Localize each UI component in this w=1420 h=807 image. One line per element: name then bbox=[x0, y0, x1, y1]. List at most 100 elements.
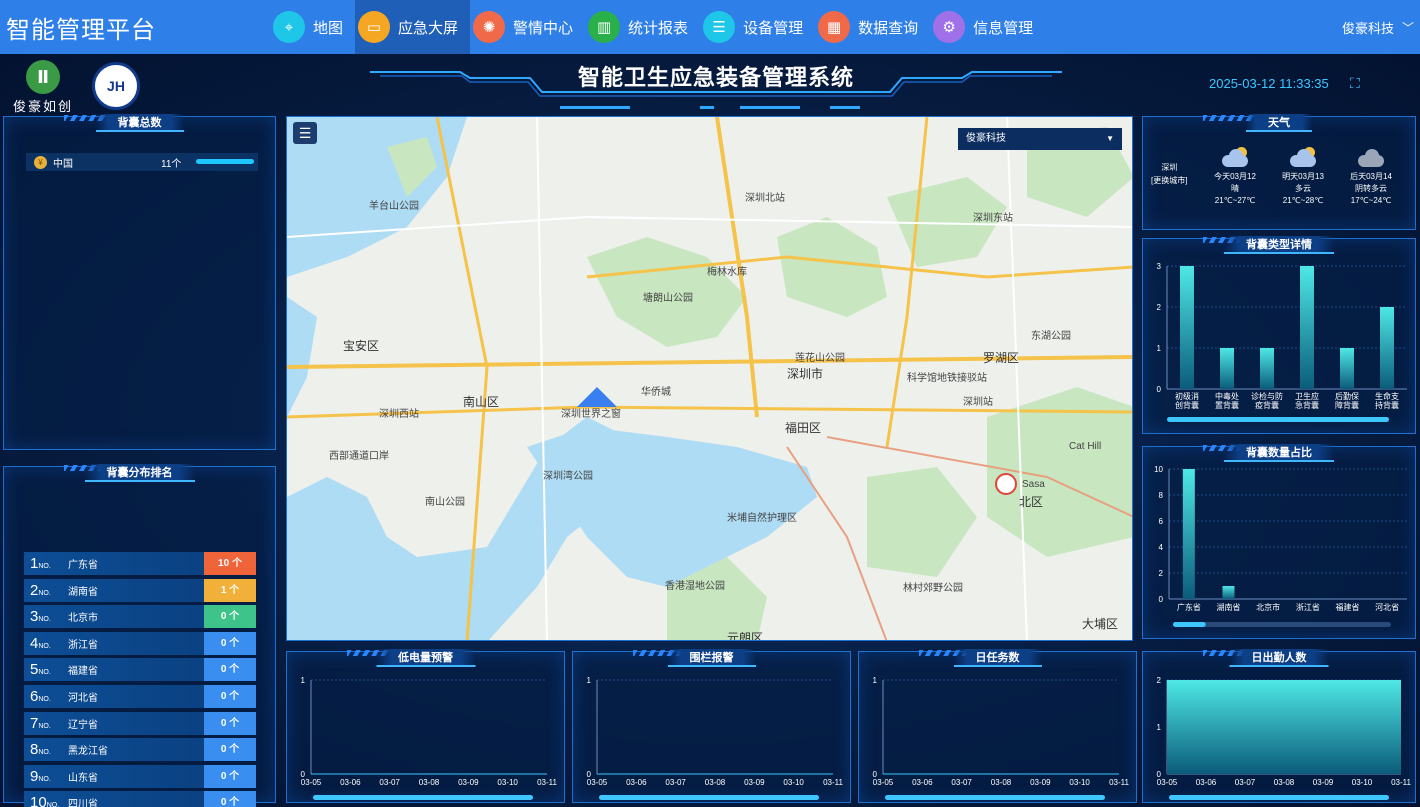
city-name: 深圳 bbox=[1161, 163, 1178, 172]
nav-item-4[interactable]: ☰ 设备管理 bbox=[700, 0, 815, 54]
x-tick-label: 03-11 bbox=[537, 778, 557, 787]
total-row[interactable]: ¥ 中国 11个 bbox=[26, 153, 258, 171]
fullscreen-icon[interactable]: ⛶ bbox=[1350, 75, 1360, 92]
ranking-row[interactable]: 6NO. 河北省 0 个 bbox=[24, 685, 256, 708]
coin-icon: ¥ bbox=[34, 155, 47, 169]
user-menu[interactable]: 俊豪科技 ﹀ bbox=[1342, 0, 1414, 54]
province-count: 10 个 bbox=[204, 552, 256, 575]
province-count: 0 个 bbox=[204, 711, 256, 735]
bar[interactable] bbox=[1380, 307, 1394, 389]
x-tick-label: 初级消创背囊 bbox=[1175, 391, 1199, 410]
province-name: 湖南省 bbox=[68, 586, 98, 598]
map-canvas[interactable] bbox=[287, 117, 1133, 641]
y-tick-label: 4 bbox=[1159, 543, 1164, 552]
province-name: 北京市 bbox=[68, 613, 98, 625]
rank-number: 2NO. bbox=[30, 581, 51, 599]
x-tick-label: 福建省 bbox=[1336, 602, 1360, 612]
grid-icon: ▦ bbox=[818, 11, 851, 43]
ranking-row[interactable]: 8NO. 黑龙江省 0 个 bbox=[24, 738, 256, 762]
nav-item-5[interactable]: ▦ 数据查询 bbox=[815, 0, 930, 54]
fence-alarm-chart: 0103-05 03-06 03-07 03-08 03-09 03-10 03-11 bbox=[587, 676, 843, 800]
chart-scrollbar-thumb[interactable] bbox=[599, 795, 819, 800]
country-count: 11个 bbox=[161, 158, 182, 170]
map-label: 梅林水库 bbox=[707, 267, 747, 278]
x-tick-label: 03-08 bbox=[419, 778, 440, 787]
ranking-row[interactable]: 3NO. 北京市 0 个 bbox=[24, 605, 256, 629]
chart-scrollbar-thumb[interactable] bbox=[313, 795, 533, 800]
x-tick-label: 03-07 bbox=[951, 778, 972, 787]
map-label: 科学馆地铁接驳站 bbox=[907, 373, 987, 384]
panel-title: 日任务数 bbox=[953, 649, 1042, 667]
chart-scrollbar-thumb[interactable] bbox=[885, 795, 1105, 800]
nav-item-label: 警情中心 bbox=[513, 19, 574, 37]
rank-number: 6NO. bbox=[30, 688, 51, 705]
bar[interactable] bbox=[1260, 348, 1274, 389]
backpack-type-panel: 背囊类型详情 0 1 2 3 初级消创背囊 中毒处置背囊 诊检与防疫背囊 卫生应急背囊 后勤保障… bbox=[1142, 236, 1416, 434]
nav-item-3[interactable]: ▥ 统计报表 bbox=[585, 0, 700, 54]
nav-item-2[interactable]: ✺ 警情中心 bbox=[470, 0, 585, 54]
y-tick-label: 1 bbox=[587, 676, 592, 685]
chart-scrollbar-thumb[interactable] bbox=[1167, 417, 1389, 422]
province-name: 黑龙江省 bbox=[68, 746, 108, 758]
x-tick-label: 北京市 bbox=[1256, 602, 1280, 612]
ranking-row[interactable]: 9NO. 山东省 0 个 bbox=[24, 764, 256, 788]
map-label: 羊台山公园 bbox=[369, 201, 419, 212]
backpack-type-chart: 0 1 2 3 初级消创背囊中毒处置背囊诊检与防疫背囊卫生应急背囊后勤保障背囊生命支持背… bbox=[1157, 262, 1407, 422]
total-progress-bar bbox=[196, 159, 254, 164]
ranking-row[interactable]: 5NO. 福建省 0 个 bbox=[24, 658, 256, 682]
bar-chart-icon: ▥ bbox=[588, 11, 621, 43]
bar[interactable] bbox=[1220, 348, 1234, 389]
x-tick-label: 中毒处置背囊 bbox=[1215, 391, 1239, 410]
user-name: 俊豪科技 bbox=[1341, 20, 1394, 36]
chart-scrollbar-thumb[interactable] bbox=[1169, 795, 1389, 800]
bar[interactable] bbox=[1340, 348, 1354, 389]
chevron-down-icon: ﹀ bbox=[1401, 20, 1414, 35]
sun-cloud-icon bbox=[1288, 147, 1318, 167]
y-tick-label: 2 bbox=[1159, 569, 1164, 578]
backpack-ratio-chart: 0 2 4 6 8 10 广东省 湖南省 北京市 浙江省 福建省 河北省 bbox=[1154, 465, 1407, 627]
ranking-row[interactable]: 7NO. 辽宁省 0 个 bbox=[24, 711, 256, 735]
nav-item-0[interactable]: ⌖ 地图 bbox=[270, 0, 355, 54]
ranking-row[interactable]: 2NO. 湖南省 1 个 bbox=[24, 578, 256, 602]
rank-number: 5NO. bbox=[30, 661, 51, 679]
org-select[interactable]: 俊豪科技 ▼ bbox=[958, 128, 1122, 150]
y-tick-label: 6 bbox=[1159, 517, 1164, 526]
chart-scrollbar-thumb[interactable] bbox=[1173, 622, 1206, 627]
current-datetime: 2025-03-12 11:33:35 bbox=[1209, 76, 1329, 91]
ranking-row[interactable]: 4NO. 浙江省 0 个 bbox=[24, 631, 256, 655]
ranking-row[interactable]: 10NO. 四川省 0 个 bbox=[24, 791, 256, 807]
map-label: 北区 bbox=[1019, 495, 1044, 509]
bar[interactable] bbox=[1182, 469, 1195, 599]
rank-number: 1NO. bbox=[30, 555, 51, 572]
map-label: 深圳世界之窗 bbox=[561, 409, 621, 420]
map-menu-button[interactable]: ☰ bbox=[293, 122, 317, 144]
panel-title: 天气 bbox=[1246, 114, 1312, 132]
nav-item-6[interactable]: ⚙ 信息管理 bbox=[930, 0, 1045, 54]
x-tick-label: 03-08 bbox=[991, 778, 1012, 787]
bar[interactable] bbox=[1222, 586, 1235, 599]
map-label: 林村郊野公园 bbox=[903, 583, 963, 594]
map-label: 大埔区 bbox=[1082, 617, 1119, 631]
panel-title: 日出勤人数 bbox=[1229, 649, 1329, 667]
weather-condition: 阴转多云 bbox=[1355, 184, 1387, 193]
x-tick-label: 后勤保障背囊 bbox=[1335, 391, 1359, 410]
y-tick-label: 2 bbox=[1157, 303, 1162, 312]
bar[interactable] bbox=[1300, 266, 1314, 389]
top-bar: 智能管理平台 ⌖ 地图 ▭ 应急大屏 ✺ 警情中心 ▥ 统计报表 ☰ 设备管理 ▦ 数据查询 ⚙ 信息管理… bbox=[0, 0, 1420, 54]
rank-number: 9NO. bbox=[30, 767, 51, 785]
weather-day-label: 明天03月13 bbox=[1282, 172, 1324, 181]
province-count: 0 个 bbox=[204, 791, 256, 807]
cloud-icon bbox=[1356, 147, 1386, 167]
ranking-row[interactable]: 1NO. 广东省 10 个 bbox=[24, 552, 256, 575]
sun-cloud-icon bbox=[1220, 147, 1250, 167]
switch-city-link[interactable]: [更换城市] bbox=[1151, 174, 1187, 187]
x-tick-label: 03-08 bbox=[1274, 778, 1295, 787]
map-view[interactable]: ☰ 俊豪科技 ▼ 宝安区 南山区 深圳市 福田区 罗湖区 北区 大埔区 元朗区 深圳北站 深圳东站… bbox=[286, 116, 1133, 641]
y-tick-label: 0 bbox=[1157, 385, 1162, 394]
map-label: 宝安区 bbox=[343, 339, 380, 353]
map-label: 米埔自然护理区 bbox=[727, 513, 797, 524]
bar[interactable] bbox=[1180, 266, 1194, 389]
nav-item-1[interactable]: ▭ 应急大屏 bbox=[355, 0, 471, 54]
province-name: 山东省 bbox=[68, 772, 98, 784]
x-tick-label: 03-11 bbox=[1109, 778, 1129, 787]
